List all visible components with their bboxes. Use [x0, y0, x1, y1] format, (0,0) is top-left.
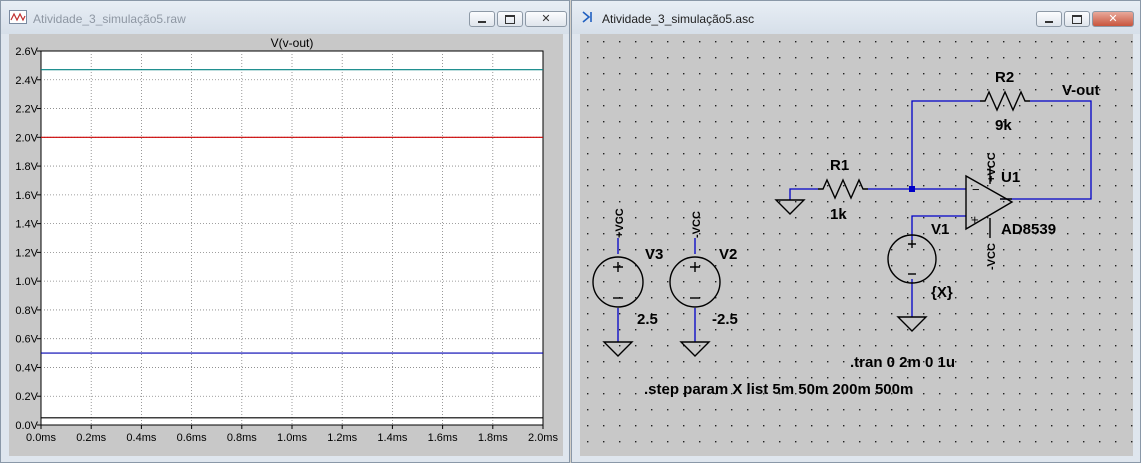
waveform-icon — [9, 10, 27, 24]
y-tick-label: 1.8V — [15, 161, 38, 173]
schematic-canvas[interactable]: − + +VCC -VCC V-out R2 9k R1 1k U1 AD853… — [580, 34, 1133, 456]
maximize-button[interactable] — [497, 11, 523, 27]
u1-part[interactable]: AD8539 — [1001, 221, 1056, 238]
close-icon: ✕ — [1108, 12, 1118, 25]
minimize-icon — [1045, 20, 1053, 23]
x-tick-label: 2.0ms — [528, 432, 558, 444]
y-tick-label: 0.6V — [15, 334, 38, 346]
y-tick-label: 2.4V — [15, 75, 38, 87]
y-tick-label: 1.0V — [15, 276, 38, 288]
v3-name: V3 — [645, 246, 663, 263]
x-tick-label: 0.2ms — [76, 432, 106, 444]
y-tick-label: 2.0V — [15, 132, 38, 144]
v1-value[interactable]: {X} — [931, 284, 953, 301]
x-tick-label: 0.8ms — [227, 432, 257, 444]
u1-vcc-neg-label: -VCC — [986, 243, 998, 270]
x-tick-label: 0.4ms — [126, 432, 156, 444]
r1-name: R1 — [830, 157, 849, 174]
close-icon: ✕ — [541, 12, 551, 25]
r2-value[interactable]: 9k — [995, 117, 1012, 134]
schematic-icon — [582, 11, 592, 23]
y-tick-label: 0.0V — [15, 420, 38, 432]
schematic-drawing[interactable]: − + +VCC -VCC V-out R2 9k R1 1k U1 AD853… — [580, 34, 1133, 456]
r1-value[interactable]: 1k — [830, 206, 847, 223]
v2-name: V2 — [719, 246, 737, 263]
waveform-chart[interactable]: 0.0ms 0.2ms 0.4ms 0.6ms 0.8ms 1.0ms 1.2ms 1.4ms… — [9, 34, 563, 456]
v2-net-label[interactable]: -VCC — [691, 211, 703, 238]
maximize-button[interactable] — [1064, 11, 1090, 27]
v3-net-label[interactable]: +VCC — [614, 208, 626, 238]
chart-title[interactable]: V(v-out) — [271, 36, 314, 50]
y-tick-label: 0.8V — [15, 305, 38, 317]
y-tick-label: 1.2V — [15, 247, 38, 259]
x-tick-label: 1.8ms — [478, 432, 508, 444]
waveform-titlebar[interactable]: Atividade_3_simulação5.raw ✕ — [1, 1, 569, 34]
v3-value[interactable]: 2.5 — [637, 311, 658, 328]
waveform-window: Atividade_3_simulação5.raw ✕ 0.0ms 0.2ms 0… — [0, 0, 570, 463]
x-tick-label: 1.2ms — [327, 432, 357, 444]
window-title: Atividade_3_simulação5.raw — [33, 12, 186, 26]
y-tick-label: 0.2V — [15, 391, 38, 403]
schematic-titlebar[interactable]: Atividade_3_simulação5.asc ✕ — [572, 1, 1140, 34]
y-tick-label: 1.6V — [15, 190, 38, 202]
y-tick-label: 2.6V — [15, 46, 38, 58]
close-button[interactable]: ✕ — [1092, 11, 1134, 27]
restore-icon — [1072, 14, 1082, 24]
y-tick-label: 0.4V — [15, 362, 38, 374]
u1-vcc-pos-label: +VCC — [986, 152, 998, 182]
r2-name: R2 — [995, 69, 1014, 86]
y-tick-label: 1.4V — [15, 219, 38, 231]
step-directive[interactable]: .step param X list 5m 50m 200m 500m — [644, 381, 913, 398]
u1-name: U1 — [1001, 169, 1020, 186]
plot-pane[interactable]: 0.0ms 0.2ms 0.4ms 0.6ms 0.8ms 1.0ms 1.2ms 1.4ms… — [9, 34, 563, 456]
v2-value[interactable]: -2.5 — [712, 311, 738, 328]
x-tick-label: 0.6ms — [177, 432, 207, 444]
tran-directive[interactable]: .tran 0 2m 0 1u — [850, 354, 955, 371]
x-tick-label: 1.6ms — [428, 432, 458, 444]
minimize-button[interactable] — [469, 11, 495, 27]
junction-dot — [909, 186, 915, 192]
net-label-vout[interactable]: V-out — [1062, 82, 1100, 99]
y-tick-label: 2.2V — [15, 104, 38, 116]
minimize-button[interactable] — [1036, 11, 1062, 27]
restore-icon — [505, 14, 515, 24]
x-tick-label: 0.0ms — [26, 432, 56, 444]
minimize-icon — [478, 20, 486, 23]
x-tick-label: 1.4ms — [377, 432, 407, 444]
opamp-plus-sign: + — [971, 212, 979, 227]
opamp-minus-sign: − — [972, 182, 980, 197]
window-title: Atividade_3_simulação5.asc — [602, 12, 755, 26]
close-button[interactable]: ✕ — [525, 11, 567, 27]
x-tick-label: 1.0ms — [277, 432, 307, 444]
schematic-window: Atividade_3_simulação5.asc ✕ − + +VCC -V… — [571, 0, 1141, 463]
v1-name: V1 — [931, 221, 949, 238]
